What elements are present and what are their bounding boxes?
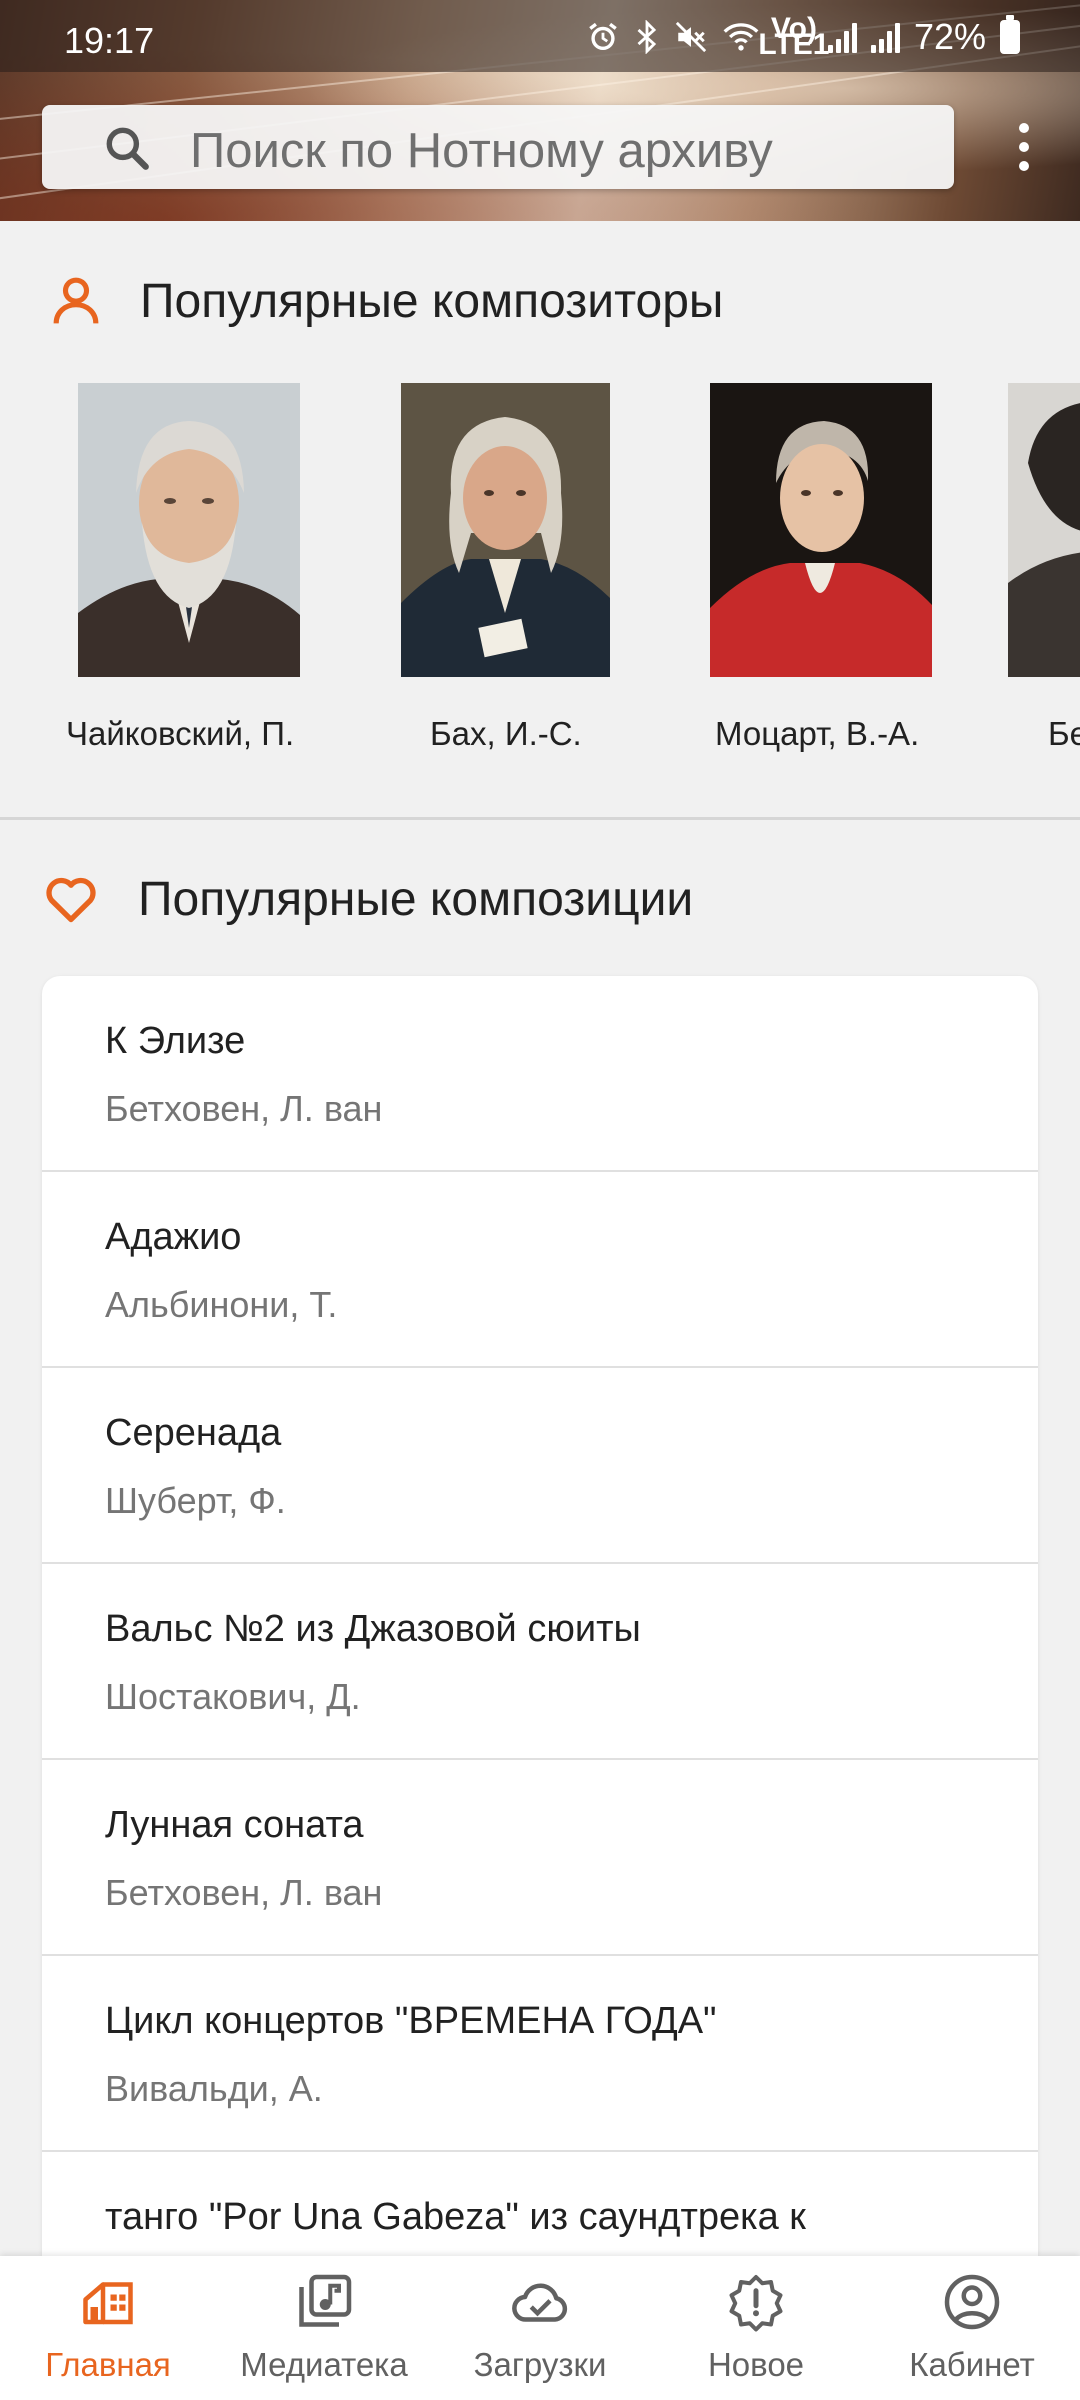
bluetooth-icon (634, 17, 660, 57)
alert-badge-icon (729, 2275, 783, 2332)
list-item[interactable]: К Элизе Бетховен, Л. ван (42, 976, 1038, 1172)
cloud-check-icon (512, 2283, 568, 2322)
list-item[interactable]: Лунная соната Бетховен, Л. ван (42, 1760, 1038, 1956)
nav-item-library[interactable]: Медиатека (216, 2256, 432, 2400)
mute-icon (674, 17, 708, 57)
nav-label: Главная (45, 2346, 171, 2383)
composition-composer: Альбинони, Т. (105, 1284, 338, 1325)
composer-name: Бах, И.-С. (430, 715, 582, 752)
composition-title: Вальс №2 из Джазовой сюиты (105, 1608, 641, 1650)
status-time: 19:17 (64, 20, 155, 61)
home-icon (83, 2282, 133, 2325)
nav-label: Новое (707, 2346, 805, 2383)
alarm-icon (586, 17, 620, 57)
composition-title: Адажио (105, 1216, 242, 1258)
composition-composer: Бетховен, Л. ван (105, 1088, 383, 1129)
composer-portrait (1008, 383, 1080, 677)
list-item[interactable]: Адажио Альбинони, Т. (42, 1172, 1038, 1368)
composition-composer: Шуберт, Ф. (105, 1480, 286, 1521)
search-input[interactable]: Поиск по Нотному архиву (190, 123, 773, 179)
composition-title: Лунная соната (105, 1804, 364, 1846)
person-icon (53, 277, 99, 324)
nav-label: Медиатека (240, 2346, 408, 2383)
search-bar[interactable]: Поиск по Нотному архиву (42, 105, 954, 189)
search-icon (106, 127, 149, 170)
section-divider (0, 817, 1080, 820)
signal-icon (827, 21, 857, 53)
more-options-icon[interactable] (1006, 112, 1042, 182)
nav-item-downloads[interactable]: Загрузки (432, 2256, 648, 2400)
list-item[interactable]: Цикл концертов "ВРЕМЕНА ГОДА" Вивальди, … (42, 1956, 1038, 2152)
battery-icon (1000, 15, 1020, 54)
list-item[interactable]: Серенада Шуберт, Ф. (42, 1368, 1038, 1564)
composition-composer: Вивальди, А. (105, 2068, 323, 2109)
section-title-composers: Популярные композиторы (140, 275, 724, 328)
nav-item-account[interactable]: Кабинет (864, 2256, 1080, 2400)
composition-composer: Шостакович, Д. (105, 1676, 361, 1717)
composition-title: танго "Por Una Gabeza" из саундтрека к (105, 2196, 806, 2238)
nav-label: Загрузки (473, 2346, 607, 2383)
status-bar: 19:17 Vo) LTE1 72% (0, 0, 1080, 72)
composition-title: Цикл концертов "ВРЕМЕНА ГОДА" (105, 2000, 717, 2042)
bottom-navigation: Главная Медиатека Загрузки Новое Кабинет (0, 2256, 1080, 2400)
composer-portrait (710, 383, 932, 677)
volte-icon: Vo) LTE1 (758, 12, 830, 61)
nav-item-new[interactable]: Новое (648, 2256, 864, 2400)
nav-label: Кабинет (909, 2346, 1035, 2383)
section-title-compositions: Популярные композиции (138, 873, 694, 926)
heart-icon (46, 877, 96, 923)
nav-item-home[interactable]: Главная (0, 2256, 216, 2400)
status-icons: Vo) LTE1 72% (586, 12, 1020, 61)
composition-title: Серенада (105, 1412, 282, 1454)
signal-icon (870, 21, 900, 53)
list-item[interactable]: Вальс №2 из Джазовой сюиты Шостакович, Д… (42, 1564, 1038, 1760)
app-header: 19:17 Vo) LTE1 72% Поиск по Нотному архи… (0, 0, 1080, 221)
battery-percent: 72% (913, 16, 986, 57)
composer-name: Бе (1048, 715, 1080, 752)
compositions-list: К Элизе Бетховен, Л. ван Адажио Альбинон… (42, 976, 1038, 2256)
account-icon (944, 2274, 1000, 2330)
music-library-icon (299, 2274, 352, 2327)
composer-portrait (78, 383, 300, 677)
composers-carousel[interactable]: Чайковский, П. Бах, И.-С. Моцарт, В.-А. … (0, 383, 1080, 763)
wifi-icon (722, 17, 760, 57)
composition-title: К Элизе (105, 1020, 246, 1062)
composer-name: Моцарт, В.-А. (715, 715, 920, 752)
composer-name: Чайковский, П. (66, 715, 295, 752)
list-item[interactable]: танго "Por Una Gabeza" из саундтрека к (42, 2152, 1038, 2256)
composition-composer: Бетховен, Л. ван (105, 1872, 383, 1913)
composer-portrait (401, 383, 610, 677)
